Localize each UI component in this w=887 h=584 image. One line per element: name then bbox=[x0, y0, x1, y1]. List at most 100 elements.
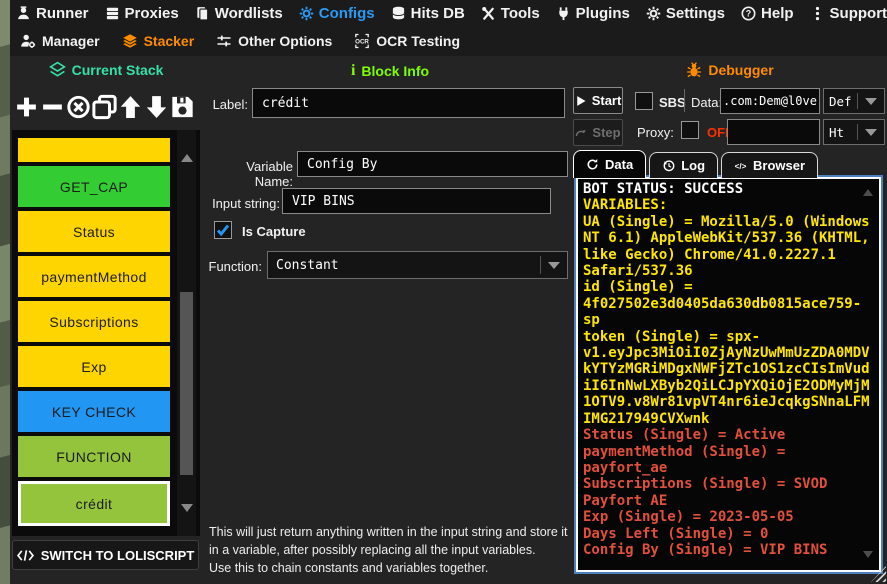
menu-item-settings[interactable]: Settings bbox=[646, 5, 725, 22]
code-icon bbox=[17, 549, 34, 562]
stack-layers-icon bbox=[49, 61, 66, 78]
stack-block-exp[interactable]: Exp bbox=[18, 346, 170, 387]
stack-add-button[interactable] bbox=[14, 92, 39, 122]
menu-item-configs[interactable]: Configs bbox=[299, 5, 375, 22]
scroll-up-arrow-icon[interactable] bbox=[181, 154, 193, 162]
runner-icon bbox=[16, 6, 31, 21]
chevron-down-icon bbox=[858, 129, 884, 136]
tab-log[interactable]: Log bbox=[649, 152, 718, 178]
manager-icon bbox=[20, 33, 36, 49]
debugger-log: BOT STATUS: SUCCESSVARIABLES:UA (Single)… bbox=[576, 177, 881, 572]
proxy-type-value: Ht bbox=[824, 125, 857, 140]
menu-item-wordlists[interactable]: Wordlists bbox=[195, 5, 283, 22]
log-line: VARIABLES: bbox=[583, 197, 871, 213]
tab-data[interactable]: Data bbox=[573, 150, 646, 178]
function-value: Constant bbox=[268, 258, 540, 273]
subnav-item-other-options[interactable]: Other Options bbox=[216, 33, 332, 49]
divider bbox=[684, 89, 685, 112]
block-description: This will just return anything written i… bbox=[209, 524, 577, 577]
input-string-caption: Input string: bbox=[205, 196, 280, 211]
proxies-icon bbox=[105, 6, 120, 21]
svg-text:OCR: OCR bbox=[355, 39, 369, 46]
variable-name-input[interactable] bbox=[297, 151, 568, 177]
stack-block-status[interactable]: Status bbox=[18, 211, 170, 252]
stack-block-cr-dit[interactable]: crédit bbox=[18, 481, 170, 526]
log-line: Subscriptions (Single) = SVOD Payfort AE bbox=[583, 476, 871, 509]
menu-item-hits-db[interactable]: Hits DB bbox=[391, 5, 465, 22]
menu-item-plugins[interactable]: Plugins bbox=[556, 5, 630, 22]
is-capture-checkbox[interactable] bbox=[214, 221, 232, 239]
menu-item-runner[interactable]: Runner bbox=[16, 5, 89, 22]
clone-icon bbox=[92, 92, 117, 122]
stack-move-up-button[interactable] bbox=[118, 92, 143, 122]
menu-item-supporters[interactable]: Supporters bbox=[810, 5, 887, 22]
scroll-down-arrow-icon[interactable] bbox=[181, 504, 193, 512]
info-icon: i bbox=[351, 62, 355, 80]
stack-block[interactable] bbox=[18, 138, 170, 162]
database-icon bbox=[391, 6, 406, 21]
label-input[interactable] bbox=[252, 88, 565, 118]
wordlist-type-value: Def bbox=[824, 94, 857, 109]
menu-item-help[interactable]: ?Help bbox=[741, 5, 794, 22]
clear-icon bbox=[66, 92, 91, 122]
subnav-item-stacker[interactable]: Stacker bbox=[122, 33, 195, 49]
subnav-item-manager[interactable]: Manager bbox=[20, 33, 100, 49]
input-string-input[interactable] bbox=[282, 188, 551, 214]
menu-item-tools[interactable]: Tools bbox=[481, 5, 540, 22]
is-capture-label: Is Capture bbox=[242, 224, 306, 239]
stack-toolbar bbox=[14, 86, 200, 128]
switch-to-loliscript-button[interactable]: SWITCH TO LOLISCRIPT bbox=[12, 540, 199, 570]
stack-block-subscriptions[interactable]: Subscriptions bbox=[18, 301, 170, 342]
stack-save-button[interactable] bbox=[170, 92, 195, 122]
chevron-down-icon bbox=[858, 98, 884, 105]
stack-scrollbar[interactable] bbox=[177, 130, 196, 536]
svg-text:</>: </> bbox=[735, 162, 747, 171]
stack-list: GET_CAPStatuspaymentMethodSubscriptionsE… bbox=[12, 130, 200, 536]
play-icon bbox=[575, 95, 587, 107]
proxy-input[interactable] bbox=[727, 119, 820, 145]
save-icon bbox=[170, 92, 195, 122]
subnav-item-ocr-testing[interactable]: OCROCR Testing bbox=[354, 33, 460, 49]
log-line: Days Left (Single) = 0 bbox=[583, 526, 871, 542]
stack-block-get-cap[interactable]: GET_CAP bbox=[18, 166, 170, 207]
stack-remove-button[interactable] bbox=[40, 92, 65, 122]
data-caption: Data: bbox=[691, 95, 722, 110]
stack-block-key-check[interactable]: KEY CHECK bbox=[18, 391, 170, 432]
log-line: UA (Single) = Mozilla/5.0 (Windows NT 6.… bbox=[583, 214, 871, 280]
data-input[interactable] bbox=[720, 88, 820, 114]
wordlist-type-dropdown[interactable]: Def bbox=[823, 88, 885, 114]
config-subnav: Manager Stacker Other Options OCROCR Testin… bbox=[10, 26, 887, 56]
log-scroll-down-icon[interactable] bbox=[863, 551, 873, 558]
tab-browser[interactable]: </>Browser bbox=[721, 152, 818, 178]
menu-item-proxies[interactable]: Proxies bbox=[105, 5, 179, 22]
tools-icon bbox=[481, 6, 496, 21]
move-up-icon bbox=[118, 92, 143, 122]
stack-clone-button[interactable] bbox=[92, 92, 117, 122]
stack-block-function[interactable]: FUNCTION bbox=[18, 436, 170, 477]
history-icon bbox=[662, 159, 675, 172]
sbs-checkbox[interactable] bbox=[635, 92, 653, 110]
stack-clear-button[interactable] bbox=[66, 92, 91, 122]
refresh-icon bbox=[586, 158, 599, 171]
plug-icon bbox=[556, 6, 571, 21]
stack-move-down-button[interactable] bbox=[144, 92, 169, 122]
dots-icon bbox=[810, 6, 825, 21]
move-down-icon bbox=[144, 92, 169, 122]
label-caption: Label: bbox=[205, 97, 248, 112]
debugger-title: Debugger bbox=[575, 62, 885, 78]
variable-name-caption: Variable Name: bbox=[205, 159, 293, 189]
step-button[interactable]: Step bbox=[573, 119, 623, 146]
step-arrow-icon bbox=[575, 127, 587, 139]
code-icon: </> bbox=[734, 159, 747, 172]
desktop-background bbox=[0, 0, 10, 584]
stack-block-paymentmethod[interactable]: paymentMethod bbox=[18, 256, 170, 297]
start-button[interactable]: Start bbox=[573, 87, 623, 114]
scrollbar-thumb[interactable] bbox=[180, 292, 193, 475]
log-scroll-up-icon[interactable] bbox=[863, 189, 873, 196]
current-stack-label: Current Stack bbox=[72, 62, 164, 78]
function-dropdown[interactable]: Constant bbox=[267, 251, 568, 279]
proxy-checkbox[interactable] bbox=[681, 121, 699, 139]
block-info-title: i Block Info bbox=[205, 62, 575, 80]
remove-icon bbox=[40, 92, 65, 122]
proxy-type-dropdown[interactable]: Ht bbox=[823, 119, 885, 145]
